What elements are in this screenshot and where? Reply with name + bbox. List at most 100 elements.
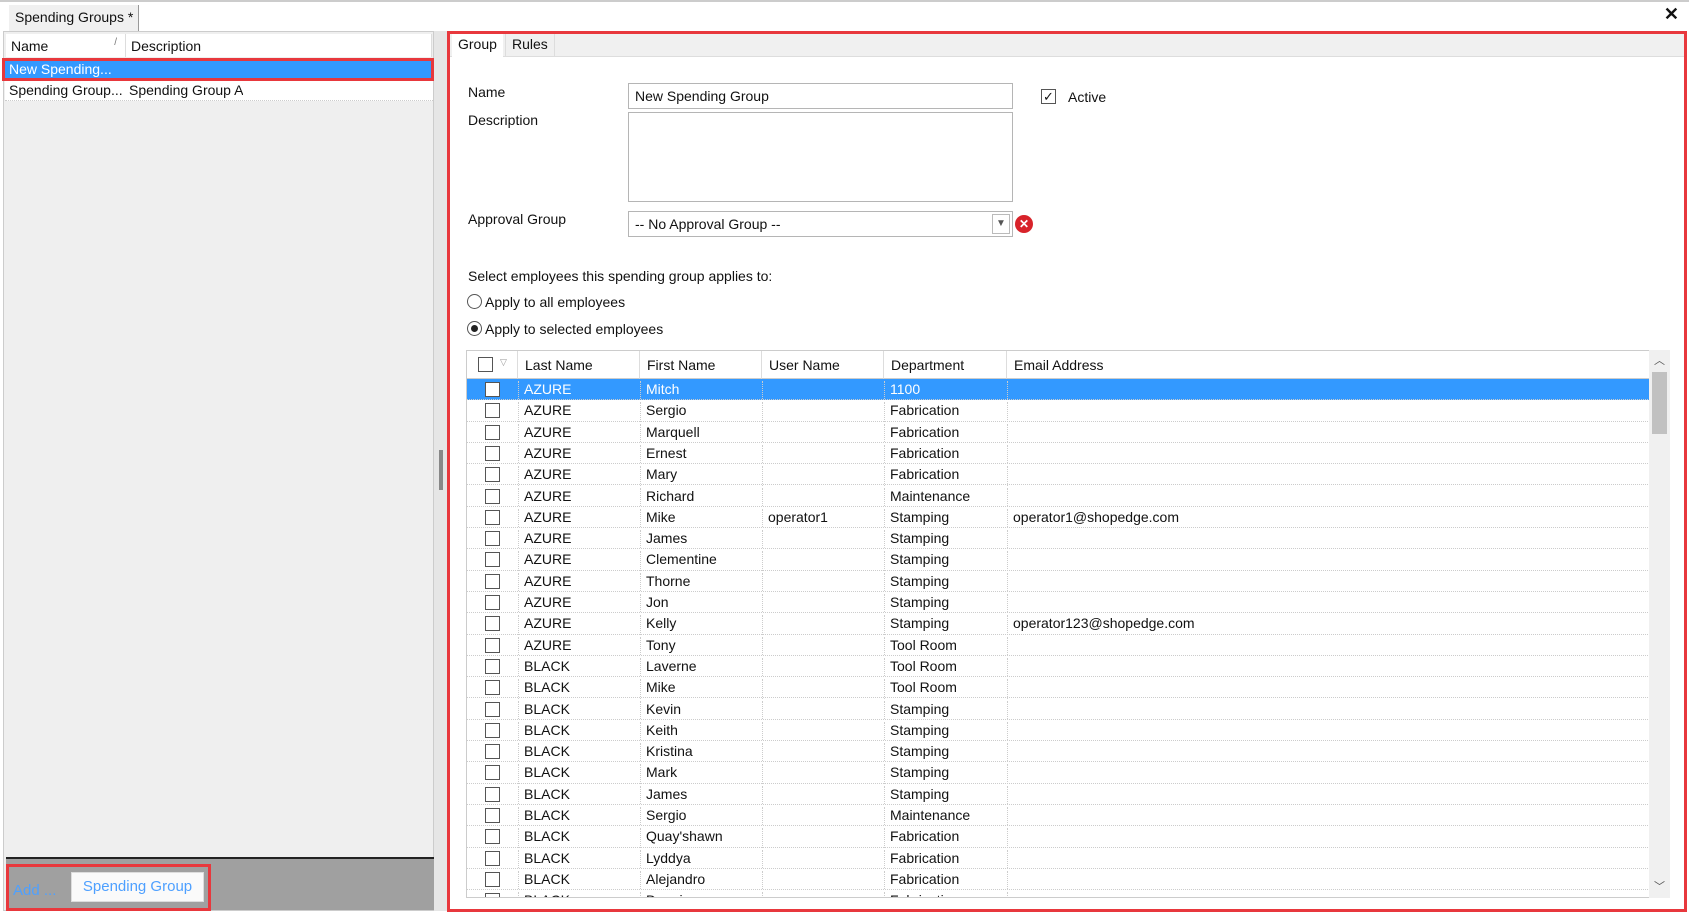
row-checkbox[interactable] — [485, 488, 500, 504]
row-checkbox[interactable] — [485, 616, 500, 632]
cell-user-name — [762, 743, 768, 764]
active-checkbox[interactable]: ✓ — [1041, 89, 1056, 104]
row-checkbox[interactable] — [485, 680, 500, 696]
row-checkbox[interactable] — [485, 509, 500, 525]
cell-department: Stamping — [884, 743, 949, 764]
table-row[interactable]: AZURE Mary Fabrication — [467, 464, 1650, 487]
filter-icon[interactable]: ▽ — [500, 357, 507, 368]
column-header-last-name[interactable]: Last Name — [518, 351, 640, 379]
table-row[interactable]: AZURE Tony Tool Room — [467, 634, 1650, 657]
table-row[interactable]: AZURE Richard Maintenance — [467, 485, 1650, 508]
row-checkbox[interactable] — [485, 765, 500, 781]
cell-first-name: Clementine — [640, 551, 717, 572]
cell-user-name — [762, 679, 768, 700]
highlight-box — [6, 864, 211, 911]
approval-group-value: -- No Approval Group -- — [635, 216, 781, 232]
table-row[interactable]: BLACK Sergio Maintenance — [467, 805, 1650, 827]
cell-email — [1007, 849, 1013, 870]
column-header-first-name[interactable]: First Name — [640, 351, 762, 379]
scroll-up-icon[interactable]: ︿ — [1654, 352, 1665, 368]
table-row[interactable]: AZURE Mike operator1 Stamping operator1@shop… — [467, 506, 1650, 529]
cell-last-name: BLACK — [518, 700, 570, 721]
select-all-checkbox[interactable] — [478, 357, 493, 372]
cell-first-name: Alejandro — [640, 870, 705, 891]
row-checkbox[interactable] — [485, 744, 500, 760]
list-item[interactable]: Spending Group... Spending Group A — [5, 80, 433, 101]
row-checkbox[interactable] — [485, 424, 500, 440]
table-row[interactable]: BLACK Dennis Fabrication — [467, 890, 1650, 897]
apply-all-radio[interactable] — [467, 294, 482, 309]
row-checkbox[interactable] — [485, 658, 500, 674]
cell-first-name: Mike — [640, 679, 676, 700]
tab-rules[interactable]: Rules — [505, 34, 555, 57]
row-checkbox[interactable] — [485, 701, 500, 717]
cell-email — [1007, 679, 1013, 700]
row-checkbox[interactable] — [485, 467, 500, 483]
row-checkbox[interactable] — [485, 893, 500, 897]
row-checkbox[interactable] — [485, 850, 500, 866]
row-checkbox[interactable] — [485, 595, 500, 610]
table-row[interactable]: BLACK James Stamping — [467, 783, 1650, 806]
table-row[interactable]: BLACK Kristina Stamping — [467, 741, 1650, 764]
cell-first-name: Dennis — [640, 892, 690, 897]
clear-approval-group-icon[interactable]: ✕ — [1015, 215, 1033, 233]
cell-email — [1007, 636, 1013, 657]
table-row[interactable]: AZURE Thorne Stamping — [467, 570, 1650, 593]
table-row[interactable]: AZURE Mitch 1100 — [467, 379, 1650, 401]
scroll-down-icon[interactable]: ﹀ — [1654, 878, 1665, 894]
table-row[interactable]: AZURE Clementine Stamping — [467, 549, 1650, 572]
row-checkbox[interactable] — [485, 573, 500, 589]
column-header-description[interactable]: Description — [126, 34, 432, 57]
apply-selected-radio[interactable] — [467, 321, 482, 336]
cell-email — [1007, 487, 1013, 508]
description-input[interactable] — [628, 112, 1013, 202]
cell-email — [1007, 423, 1013, 444]
row-checkbox[interactable] — [485, 403, 500, 419]
tab-group[interactable]: Group — [452, 34, 503, 57]
column-header-department[interactable]: Department — [884, 351, 1007, 379]
table-row[interactable]: AZURE James Stamping — [467, 528, 1650, 551]
table-row[interactable]: AZURE Ernest Fabrication — [467, 442, 1650, 465]
table-row[interactable]: BLACK Kevin Stamping — [467, 698, 1650, 721]
table-row[interactable]: BLACK Quay'shawn Fabrication — [467, 826, 1650, 849]
name-input[interactable]: New Spending Group — [628, 83, 1013, 109]
scrollbar-thumb[interactable] — [1652, 372, 1667, 434]
table-row[interactable]: BLACK Mark Stamping — [467, 762, 1650, 785]
table-row[interactable]: BLACK Laverne Tool Room — [467, 655, 1650, 678]
row-checkbox[interactable] — [485, 829, 500, 845]
table-row[interactable]: AZURE Jon Stamping — [467, 592, 1650, 614]
table-row[interactable]: BLACK Keith Stamping — [467, 719, 1650, 742]
table-row[interactable]: AZURE Kelly Stamping operator123@shopedge.c… — [467, 613, 1650, 636]
splitter-grip[interactable] — [439, 450, 443, 490]
table-row[interactable]: BLACK Mike Tool Room — [467, 677, 1650, 700]
approval-group-select[interactable]: -- No Approval Group -- ▼ — [628, 211, 1013, 237]
table-row[interactable]: BLACK Alejandro Fabrication — [467, 868, 1650, 891]
table-row[interactable]: AZURE Marquell Fabrication — [467, 421, 1650, 444]
column-header-user-name[interactable]: User Name — [762, 351, 884, 379]
column-header-name[interactable]: Name / — [6, 34, 126, 57]
row-checkbox[interactable] — [485, 637, 500, 653]
document-tab-spending-groups[interactable]: Spending Groups * — [9, 5, 139, 31]
close-icon[interactable]: ✕ — [1664, 4, 1679, 25]
row-checkbox[interactable] — [485, 552, 500, 568]
row-checkbox[interactable] — [485, 786, 500, 802]
cell-user-name — [762, 487, 768, 508]
cell-first-name: James — [640, 530, 687, 551]
cell-department: Stamping — [884, 551, 949, 572]
row-checkbox[interactable] — [485, 871, 500, 887]
apply-all-label: Apply to all employees — [485, 294, 626, 310]
row-checkbox[interactable] — [485, 531, 500, 547]
table-row[interactable]: AZURE Sergio Fabrication — [467, 400, 1650, 423]
chevron-down-icon[interactable]: ▼ — [992, 214, 1010, 234]
row-checkbox[interactable] — [485, 382, 500, 397]
cell-department: Fabrication — [884, 466, 959, 487]
cell-user-name — [762, 785, 768, 806]
row-checkbox[interactable] — [485, 722, 500, 738]
cell-email — [1007, 700, 1013, 721]
column-header-email[interactable]: Email Address — [1007, 351, 1650, 379]
cell-department: Fabrication — [884, 444, 959, 465]
table-row[interactable]: BLACK Lyddya Fabrication — [467, 847, 1650, 870]
row-checkbox[interactable] — [485, 445, 500, 461]
cell-first-name: Sergio — [640, 807, 686, 827]
row-checkbox[interactable] — [485, 808, 500, 823]
